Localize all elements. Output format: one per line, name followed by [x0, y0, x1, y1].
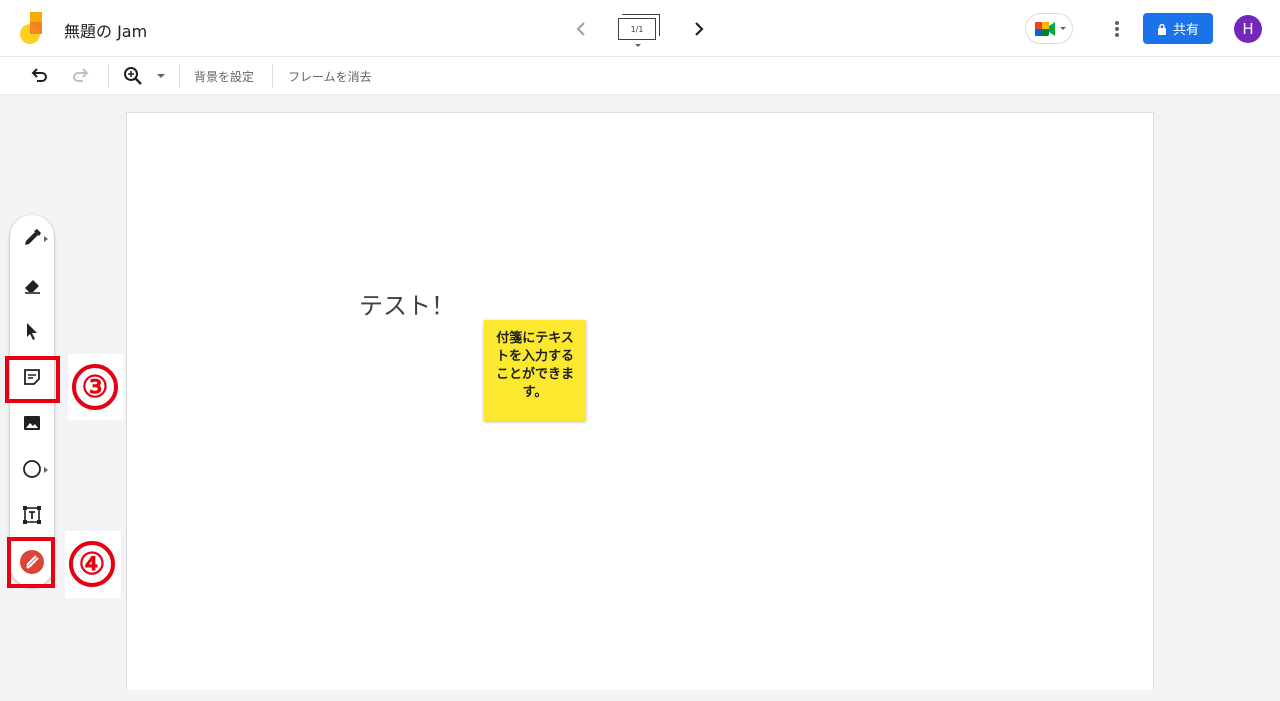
cursor-icon [27, 323, 37, 340]
zoom-button[interactable] [122, 65, 144, 87]
edit-toolbar: 背景を設定 フレームを消去 [0, 57, 1280, 95]
submenu-arrow-icon [44, 467, 48, 473]
set-background-button[interactable]: 背景を設定 [194, 68, 254, 85]
laser-tool-highlight [7, 537, 55, 588]
zoom-in-icon [124, 67, 142, 85]
frame-indicator: 1/1 [618, 18, 656, 40]
share-label: 共有 [1172, 23, 1199, 38]
jamboard-logo-icon[interactable] [18, 12, 44, 46]
redo-icon [73, 68, 89, 82]
caret-down-icon [157, 74, 165, 78]
chevron-left-icon [576, 22, 585, 36]
sticky-note-tool-highlight [5, 356, 60, 403]
image-icon [24, 416, 40, 430]
canvas-bottom-area [0, 690, 1280, 701]
share-button[interactable]: 共有 [1143, 13, 1213, 44]
more-vert-icon [1115, 21, 1119, 37]
jam-canvas[interactable]: テスト！ 付箋にテキストを入力することができます。 [126, 112, 1154, 692]
image-tool[interactable] [10, 404, 54, 444]
frame-bar-toggle[interactable]: 1/1 [618, 14, 662, 48]
lock-icon [1157, 23, 1166, 35]
pen-icon [25, 229, 41, 245]
undo-icon [31, 68, 47, 82]
google-meet-icon [1035, 22, 1066, 36]
toolbar-divider [179, 64, 180, 88]
eraser-tool[interactable] [10, 266, 54, 306]
app-bar: 無題の Jam 1/1 共有 H [0, 0, 1280, 57]
previous-frame-button[interactable] [570, 18, 592, 40]
document-title[interactable]: 無題の Jam [64, 18, 147, 42]
callout-3-number: ③ [72, 364, 118, 410]
meet-button[interactable] [1025, 13, 1073, 44]
submenu-arrow-icon [44, 236, 48, 242]
sticky-note[interactable]: 付箋にテキストを入力することができます。 [484, 320, 586, 421]
eraser-icon [25, 280, 40, 294]
undo-button[interactable] [28, 65, 50, 87]
toolbar-divider [108, 64, 109, 88]
clear-frame-button[interactable]: フレームを消去 [288, 68, 372, 85]
redo-button[interactable] [70, 65, 92, 87]
callout-4: ④ [65, 531, 121, 598]
zoom-dropdown[interactable] [150, 65, 172, 87]
text-box-tool[interactable] [10, 496, 54, 536]
canvas-text-box[interactable]: テスト！ [359, 286, 455, 321]
select-tool[interactable] [10, 312, 54, 352]
frame-navigator: 1/1 [566, 10, 716, 48]
shape-tool[interactable] [10, 450, 54, 490]
pen-tool[interactable] [10, 219, 54, 259]
circle-icon [23, 460, 41, 478]
more-options-button[interactable] [1107, 17, 1127, 41]
chevron-right-icon [695, 22, 704, 36]
next-frame-button[interactable] [688, 18, 710, 40]
toolbar-divider [272, 64, 273, 88]
callout-4-number: ④ [69, 541, 115, 587]
callout-3: ③ [68, 354, 124, 420]
account-avatar[interactable]: H [1234, 15, 1262, 43]
caret-down-icon [635, 44, 641, 47]
text-box-icon [23, 506, 41, 524]
